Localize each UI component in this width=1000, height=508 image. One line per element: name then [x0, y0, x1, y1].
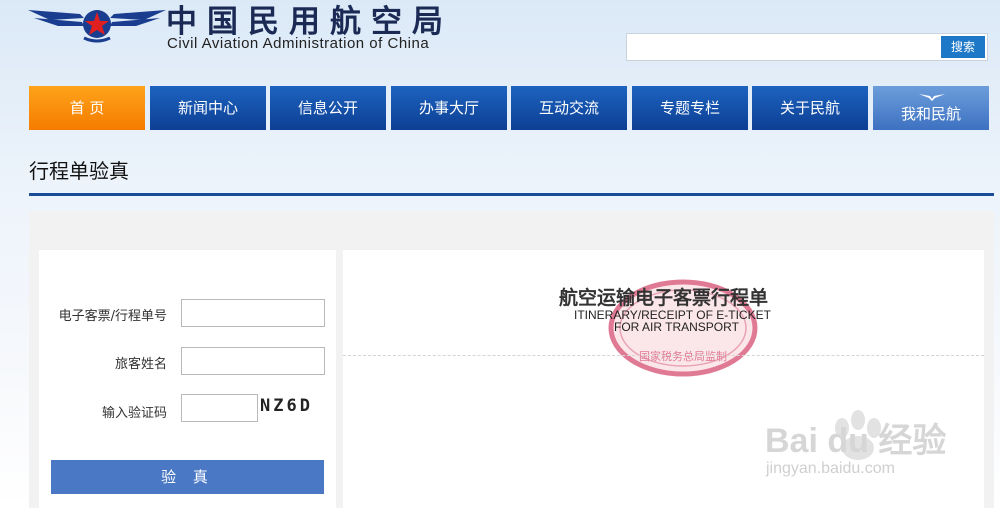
ticket-title-cn: 航空运输电子客票行程单: [558, 287, 768, 309]
ticket-divider: [343, 355, 984, 356]
nav-me-and-caac[interactable]: 我和民航: [873, 86, 989, 130]
watermark-brand: Bai du 经验: [765, 422, 947, 460]
nav-label: 专题专栏: [659, 99, 720, 117]
nav-label: 信息公开: [297, 99, 358, 117]
stamp-text: 国家税务总局监制: [639, 349, 727, 363]
nav-label: 关于民航: [779, 99, 840, 117]
page-title: 行程单验真: [29, 159, 129, 183]
passenger-name-label: 旅客姓名: [114, 357, 167, 372]
nav-label: 首 页: [69, 99, 105, 117]
ticket-number-input[interactable]: [181, 299, 325, 327]
ticket-number-label: 电子客票/行程单号: [58, 309, 167, 324]
title-divider: [29, 193, 994, 196]
search-button[interactable]: 搜索: [941, 36, 985, 58]
nav-label: 互动交流: [538, 99, 599, 117]
caac-logo: [28, 10, 166, 43]
nav-info[interactable]: 信息公开: [270, 86, 386, 130]
verify-button[interactable]: 验 真: [51, 460, 324, 494]
nav-label: 办事大厅: [418, 99, 479, 117]
ticket-title-en-2: FOR AIR TRANSPORT: [614, 320, 739, 334]
site-title-en: Civil Aviation Administration of China: [167, 35, 430, 52]
captcha-label: 输入验证码: [101, 406, 167, 421]
nav-label: 新闻中心: [177, 99, 238, 117]
passenger-name-input[interactable]: [181, 347, 325, 375]
nav-interaction[interactable]: 互动交流: [511, 86, 627, 130]
nav-services[interactable]: 办事大厅: [391, 86, 507, 130]
nav-about[interactable]: 关于民航: [752, 86, 868, 130]
captcha-image[interactable]: NZ6D: [260, 393, 326, 419]
nav-home[interactable]: 首 页: [29, 86, 145, 130]
nav-news[interactable]: 新闻中心: [150, 86, 266, 130]
search-input[interactable]: [626, 33, 988, 61]
captcha-input[interactable]: [181, 394, 258, 422]
watermark-url: jingyan.baidu.com: [766, 460, 895, 477]
nav-topics[interactable]: 专题专栏: [632, 86, 748, 130]
nav-label: 我和民航: [900, 105, 961, 123]
